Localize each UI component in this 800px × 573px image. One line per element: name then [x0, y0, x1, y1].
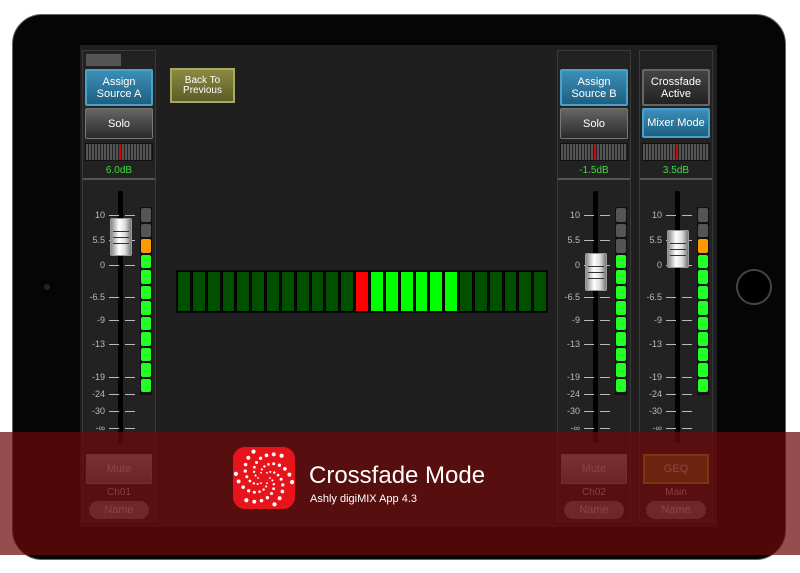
meter-led — [616, 223, 626, 237]
level-meter — [615, 207, 627, 395]
crossfade-segment — [459, 271, 473, 312]
level-readout: -1.5dB — [579, 165, 609, 176]
meter-led — [141, 378, 151, 392]
crossfade-segment — [280, 271, 295, 312]
level-meter — [140, 207, 152, 395]
meter-led — [698, 378, 708, 392]
assign-source-button[interactable]: Assign Source B — [560, 69, 628, 106]
meter-led — [141, 254, 151, 268]
crossfade-segment — [414, 271, 429, 312]
meter-led — [616, 316, 626, 330]
crossfade-segment — [295, 271, 310, 312]
meter-led — [698, 208, 708, 222]
level-readout: 6.0dB — [105, 165, 133, 176]
solo-button[interactable]: Solo — [560, 108, 628, 139]
meter-led — [616, 254, 626, 268]
meter-led — [698, 316, 708, 330]
divider — [558, 178, 630, 180]
scale-tick: -30 — [558, 406, 630, 416]
meter-led — [616, 332, 626, 346]
meter-led — [698, 301, 708, 315]
scale-tick: -30 — [640, 406, 712, 416]
meter-led — [616, 363, 626, 377]
meter-led — [141, 270, 151, 284]
meter-led — [698, 347, 708, 361]
crossfade-segment — [503, 271, 518, 312]
meter-led — [141, 239, 151, 253]
pan-slider[interactable] — [85, 143, 153, 161]
solo-button[interactable]: Solo — [85, 108, 153, 139]
meter-led — [698, 332, 708, 346]
meter-led — [141, 223, 151, 237]
crossfade-segment — [236, 271, 251, 312]
meter-led — [141, 316, 151, 330]
crossfade-segment — [473, 271, 488, 312]
meter-led — [616, 208, 626, 222]
crossfade-segment — [206, 271, 221, 312]
crossfade-segment — [399, 271, 414, 312]
fader-knob[interactable] — [110, 218, 132, 257]
meter-led — [698, 223, 708, 237]
pan-slider[interactable] — [560, 143, 628, 161]
banner-subtitle: Ashly digiMIX App 4.3 — [310, 493, 418, 505]
crossfade-segment — [429, 271, 444, 312]
assign-source-button[interactable]: Assign Source A — [85, 69, 153, 106]
fader-knob[interactable] — [667, 230, 689, 269]
meter-led — [141, 285, 151, 299]
crossfade-segment — [384, 271, 399, 312]
crossfade-segment — [177, 271, 191, 312]
home-button[interactable] — [736, 269, 772, 305]
meter-led — [698, 254, 708, 268]
back-to-previous-button[interactable]: Back To Previous — [170, 68, 235, 103]
meter-led — [616, 378, 626, 392]
crossfade-segment — [221, 271, 236, 312]
meter-led — [698, 270, 708, 284]
app-logo-icon — [233, 447, 295, 509]
meter-led — [616, 347, 626, 361]
crossfade-segment — [355, 271, 369, 312]
meter-led — [616, 285, 626, 299]
scale-tick: -30 — [83, 406, 155, 416]
crossfade-segment — [325, 271, 340, 312]
camera — [44, 284, 50, 290]
crossfade-segment — [533, 271, 548, 312]
divider — [83, 178, 155, 180]
meter-led — [698, 363, 708, 377]
banner-title: Crossfade Mode — [309, 462, 486, 489]
meter-led — [141, 301, 151, 315]
meter-led — [616, 270, 626, 284]
level-readout: 3.5dB — [662, 165, 690, 176]
crossfade-segment — [488, 271, 503, 312]
meter-led — [141, 208, 151, 222]
crossfade-segment — [191, 271, 206, 312]
meter-led — [698, 239, 708, 253]
crossfade-active-button[interactable]: Crossfade Active — [642, 69, 710, 106]
crossfade-segment — [310, 271, 325, 312]
crossfade-segment — [369, 271, 384, 312]
crossfade-segment — [251, 271, 266, 312]
meter-led — [616, 239, 626, 253]
crossfade-meter — [176, 270, 548, 313]
crossfade-segment — [340, 271, 355, 312]
meter-led — [141, 347, 151, 361]
fader-knob[interactable] — [585, 253, 607, 292]
level-meter — [697, 207, 709, 395]
meter-led — [141, 332, 151, 346]
meter-led — [616, 301, 626, 315]
mixer-mode-button[interactable]: Mixer Mode — [642, 108, 710, 138]
channel-tab[interactable] — [86, 54, 121, 66]
crossfade-segment — [266, 271, 280, 312]
meter-led — [698, 285, 708, 299]
meter-led — [141, 363, 151, 377]
crossfade-segment — [444, 271, 459, 312]
divider — [640, 178, 712, 180]
crossfade-segment — [518, 271, 533, 312]
pan-slider[interactable] — [642, 143, 710, 161]
